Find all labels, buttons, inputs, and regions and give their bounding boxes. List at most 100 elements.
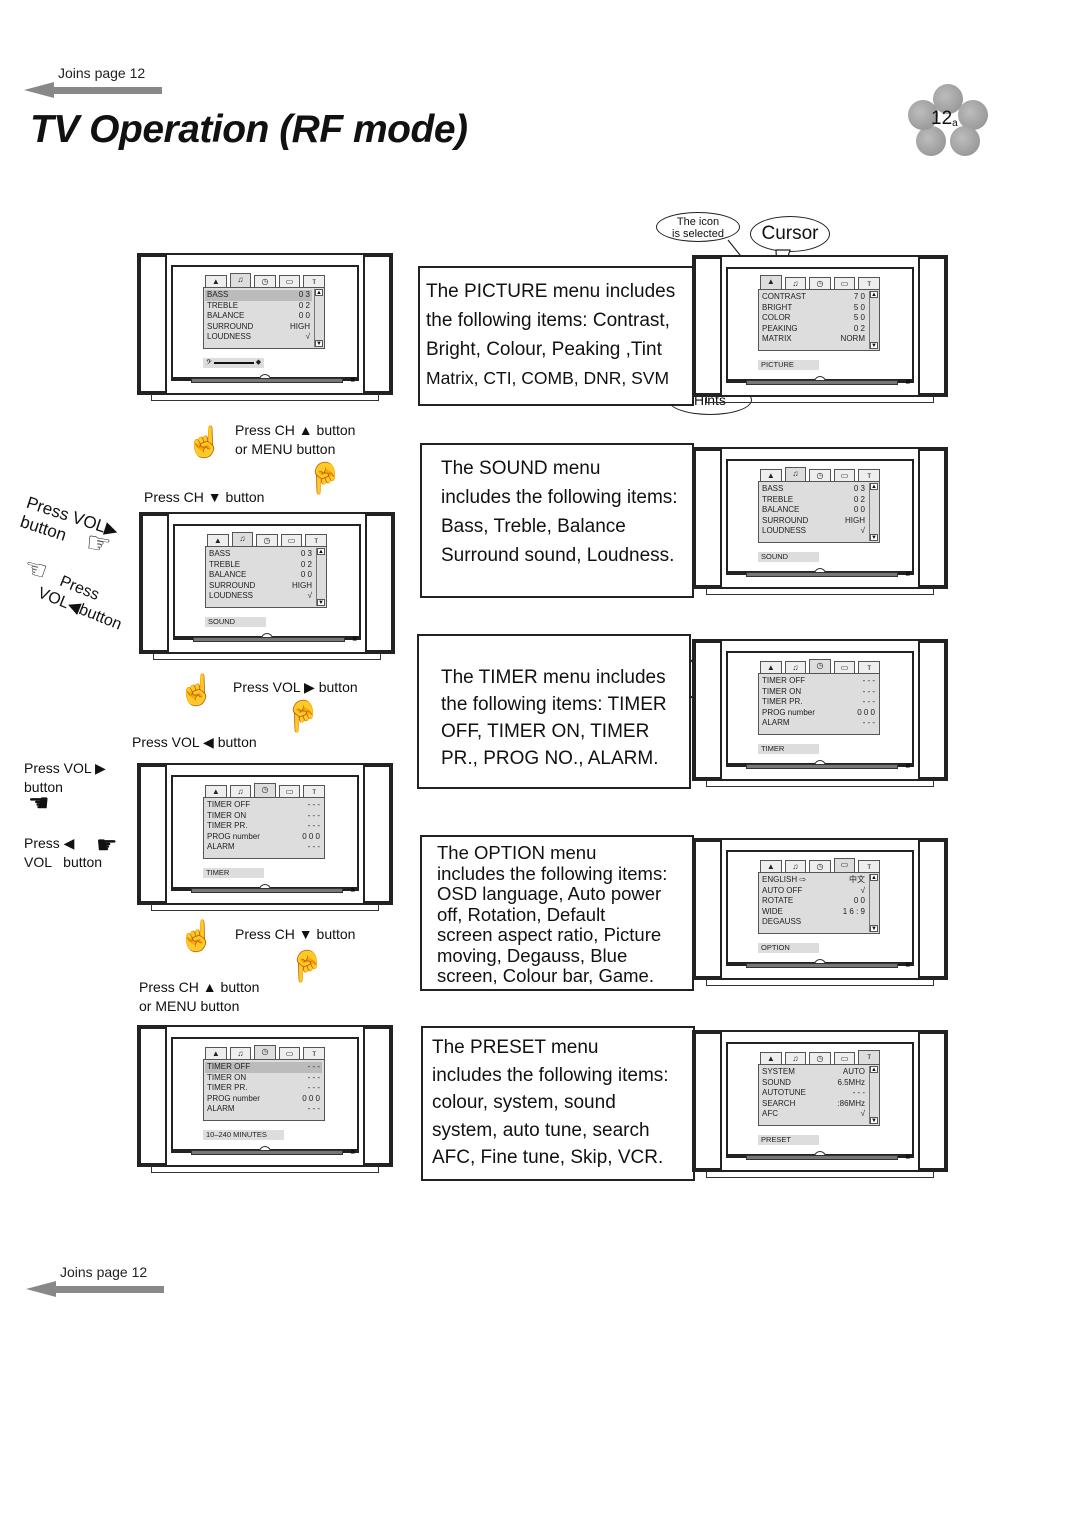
sound-icon[interactable]: ♫ (229, 785, 252, 797)
osd-row[interactable]: TREBLE 0 2 (207, 301, 310, 312)
picture-icon[interactable]: ▲ (760, 860, 782, 872)
osd-row[interactable]: COLOR 5 0 (762, 313, 865, 324)
osd-row[interactable]: SURROUND HIGH (209, 581, 312, 592)
osd-scrollbar[interactable]: ▲ ▼ (869, 874, 878, 932)
sound-icon[interactable]: ♫ (784, 661, 807, 673)
osd-row-label: CONTRAST (762, 292, 806, 301)
preset-icon[interactable]: ᴛ (858, 469, 880, 481)
sound-icon[interactable]: ♫ (784, 277, 807, 289)
osd-row[interactable]: ENGLISH ⇨ 中文 (762, 875, 865, 886)
option-icon[interactable]: ▭ (278, 275, 301, 287)
osd-row[interactable]: TIMER ON - - - (207, 1073, 320, 1084)
timer-icon[interactable]: ◷ (254, 1045, 276, 1059)
osd-scrollbar[interactable]: ▲ ▼ (869, 483, 878, 541)
osd-row[interactable]: CONTRAST 7 0 (762, 292, 865, 303)
preset-icon[interactable]: ᴛ (303, 785, 325, 797)
option-icon[interactable]: ▭ (278, 785, 301, 797)
osd-row[interactable]: ALARM - - - (207, 842, 320, 853)
osd-row[interactable]: SOUND 6.5MHz (762, 1078, 865, 1089)
sound-icon[interactable]: ♫ (784, 1052, 807, 1064)
preset-icon[interactable]: ᴛ (303, 1047, 325, 1059)
osd-row[interactable]: TIMER OFF - - - (207, 800, 320, 811)
osd-row[interactable]: LOUDNESS √ (762, 526, 865, 537)
sound-icon[interactable]: ♫ (231, 532, 254, 546)
picture-icon[interactable]: ▲ (205, 785, 227, 797)
option-icon[interactable]: ▭ (833, 277, 856, 289)
picture-icon[interactable]: ▲ (760, 275, 782, 289)
osd-row[interactable]: SYSTEM AUTO (762, 1067, 865, 1078)
sound-icon[interactable]: ♫ (229, 1047, 252, 1059)
osd-row[interactable]: TIMER PR. - - - (762, 697, 875, 708)
osd-row[interactable]: BALANCE 0 0 (762, 505, 865, 516)
timer-icon[interactable]: ◷ (809, 469, 831, 481)
option-icon[interactable]: ▭ (833, 469, 856, 481)
option-icon[interactable]: ▭ (278, 1047, 301, 1059)
picture-icon[interactable]: ▲ (205, 275, 227, 287)
sound-icon[interactable]: ♫ (229, 273, 252, 287)
option-icon[interactable]: ▭ (833, 1052, 856, 1064)
osd-row[interactable]: TIMER PR. - - - (207, 1083, 320, 1094)
osd-row[interactable]: BASS 0 3 (209, 549, 312, 560)
timer-icon[interactable]: ◷ (809, 277, 831, 289)
osd-row[interactable]: TIMER PR. - - - (207, 821, 320, 832)
preset-icon[interactable]: ᴛ (858, 661, 880, 673)
osd-row[interactable]: TREBLE 0 2 (209, 560, 312, 571)
osd-row-label: PROG number (762, 707, 815, 717)
picture-icon[interactable]: ▲ (207, 534, 229, 546)
osd-scrollbar[interactable]: ▲ ▼ (869, 1066, 878, 1124)
osd-row[interactable]: TREBLE 0 2 (762, 495, 865, 506)
preset-icon[interactable]: ᴛ (305, 534, 327, 546)
osd-row[interactable]: TIMER OFF - - - (205, 1062, 322, 1073)
osd-row[interactable]: BASS 0 3 (205, 290, 312, 301)
timer-icon[interactable]: ◷ (809, 860, 831, 872)
preset-icon[interactable]: ᴛ (858, 277, 880, 289)
osd-row[interactable]: BRIGHT 5 0 (762, 303, 865, 314)
timer-icon[interactable]: ◷ (254, 275, 276, 287)
osd-scrollbar[interactable]: ▲ ▼ (314, 289, 323, 347)
osd-row[interactable]: TIMER OFF - - - (762, 676, 875, 687)
osd-row[interactable]: TIMER ON - - - (207, 811, 320, 822)
osd-row[interactable]: MATRIX NORM (762, 334, 865, 345)
osd-row[interactable]: PEAKING 0 2 (762, 324, 865, 335)
osd-menu: ▲ ♫ ◷ ▭ ᴛ BASS 0 3 TREBLE 0 2 BALANCE 0 0 SURROUND… (758, 467, 880, 562)
option-icon[interactable]: ▭ (833, 858, 856, 872)
preset-icon[interactable]: ᴛ (858, 860, 880, 872)
osd-row[interactable]: LOUDNESS √ (207, 332, 310, 343)
picture-icon[interactable]: ▲ (760, 661, 782, 673)
osd-row[interactable]: WIDE 1 6 : 9 (762, 907, 865, 918)
picture-icon[interactable]: ▲ (760, 469, 782, 481)
picture-icon[interactable]: ▲ (205, 1047, 227, 1059)
osd-row[interactable]: BALANCE 0 0 (207, 311, 310, 322)
sound-icon[interactable]: ♫ (784, 467, 807, 481)
osd-row[interactable]: AFC √ (762, 1109, 865, 1120)
osd-row[interactable]: BALANCE 0 0 (209, 570, 312, 581)
osd-row[interactable]: PROG number 0 0 0 (762, 708, 875, 719)
timer-icon[interactable]: ◷ (254, 783, 276, 797)
osd-row[interactable]: BASS 0 3 (762, 484, 865, 495)
osd-row[interactable]: SURROUND HIGH (762, 516, 865, 527)
sound-icon[interactable]: ♫ (784, 860, 807, 872)
osd-row[interactable]: ROTATE 0 0 (762, 896, 865, 907)
osd-row[interactable]: PROG number 0 0 0 (207, 1094, 320, 1105)
osd-row[interactable]: DEGAUSS (762, 917, 865, 928)
osd-row[interactable]: TIMER ON - - - (762, 687, 875, 698)
option-icon[interactable]: ▭ (833, 661, 856, 673)
osd-scrollbar[interactable]: ▲ ▼ (869, 291, 878, 349)
osd-row[interactable]: LOUDNESS √ (209, 591, 312, 602)
osd-row[interactable]: AUTOTUNE - - - (762, 1088, 865, 1099)
osd-row-value: - - - (862, 676, 875, 685)
preset-icon[interactable]: ᴛ (303, 275, 325, 287)
osd-row[interactable]: SURROUND HIGH (207, 322, 310, 333)
osd-scrollbar[interactable]: ▲ ▼ (316, 548, 325, 606)
osd-row[interactable]: SEARCH:86MHz (762, 1099, 865, 1110)
timer-icon[interactable]: ◷ (256, 534, 278, 546)
picture-icon[interactable]: ▲ (760, 1052, 782, 1064)
timer-icon[interactable]: ◷ (809, 659, 831, 673)
preset-icon[interactable]: ᴛ (858, 1050, 880, 1064)
osd-row[interactable]: ALARM - - - (207, 1104, 320, 1115)
osd-row[interactable]: AUTO OFF √ (762, 886, 865, 897)
option-icon[interactable]: ▭ (280, 534, 303, 546)
osd-row[interactable]: ALARM - - - (762, 718, 875, 729)
timer-icon[interactable]: ◷ (809, 1052, 831, 1064)
osd-row[interactable]: PROG number 0 0 0 (207, 832, 320, 843)
